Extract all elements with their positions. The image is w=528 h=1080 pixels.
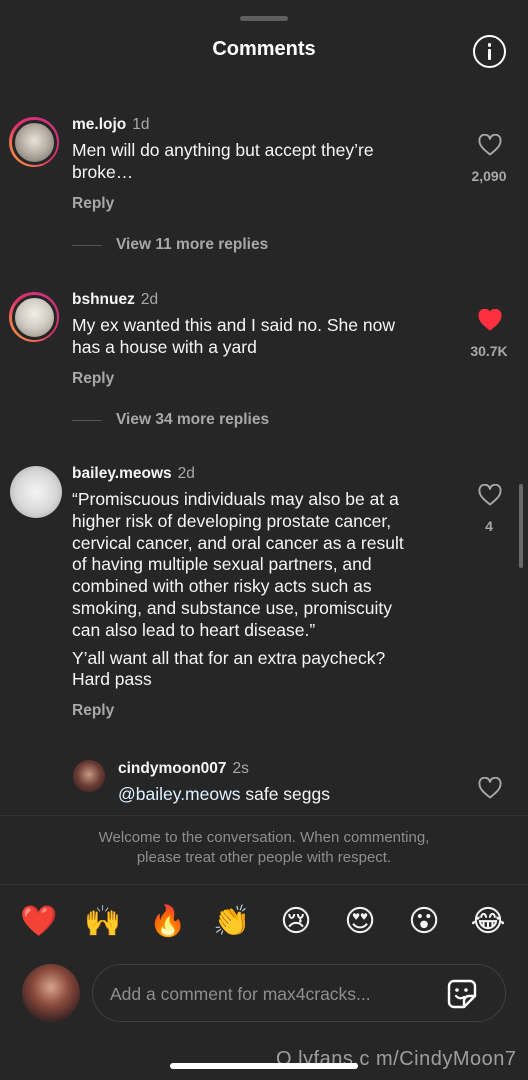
emoji-laughing[interactable]: 😂 [466, 900, 510, 944]
comment-text: “Promiscuous individuals may also be at … [72, 489, 404, 691]
page-title: Comments [212, 38, 316, 60]
reply-button[interactable]: Reply [72, 702, 114, 720]
comment-line: Men will do anything but accept they’re [72, 140, 374, 160]
comment-line: My ex wanted this and I said no. She now [72, 315, 395, 335]
replies-divider [72, 245, 102, 246]
reply-button[interactable]: Reply [72, 195, 114, 213]
emoji-clap[interactable]: 👏 [210, 900, 254, 944]
avatar[interactable] [10, 466, 62, 518]
notice-line: Welcome to the conversation. When commen… [98, 829, 430, 846]
heart-icon[interactable] [478, 484, 502, 506]
reply-body: safe seggs [240, 784, 330, 804]
comment-line: has a house with a yard [72, 336, 257, 357]
emoji-heart-eyes[interactable]: 😍 [338, 900, 382, 944]
heart-icon[interactable] [478, 777, 502, 799]
avatar[interactable] [9, 117, 59, 167]
comment-timestamp: 2d [140, 291, 159, 308]
replies-divider [72, 420, 102, 421]
comment-line: Y’all want all that for an extra paychec… [72, 647, 386, 668]
comment-input[interactable] [110, 981, 430, 1007]
info-icon[interactable] [473, 35, 506, 68]
sheet-grabber[interactable] [240, 16, 288, 21]
emoji-crying[interactable]: 😢 [274, 900, 318, 944]
comment-text: My ex wanted this and I said no. She now… [72, 315, 395, 359]
divider [0, 884, 528, 885]
mention-link[interactable]: @bailey.meows [118, 784, 240, 804]
sticker-icon[interactable] [446, 978, 478, 1010]
comment-line: Hard pass [72, 669, 152, 690]
community-notice: Welcome to the conversation. When commen… [0, 828, 528, 867]
scrollbar[interactable] [519, 484, 523, 568]
comment-line: “Promiscuous individuals may also be at … [72, 489, 399, 509]
emoji-bar: ❤️ 🙌 🔥 👏 😢 😍 😮 😂 [0, 900, 528, 944]
emoji-fire[interactable]: 🔥 [146, 900, 190, 944]
emoji-raised-hands[interactable]: 🙌 [81, 900, 125, 944]
comment-line: of having multiple sexual partners, and [72, 554, 372, 575]
view-replies-button[interactable]: View 11 more replies [116, 236, 268, 254]
divider [0, 815, 528, 816]
notice-line: please treat other people with respect. [136, 848, 392, 866]
comment-line: broke… [72, 161, 134, 182]
comment-line: higher risk of developing prostate cance… [72, 510, 392, 531]
comment-line: smoking, and substance use, promiscuity [72, 597, 393, 618]
reply-text: @bailey.meows safe seggs [118, 784, 330, 806]
heart-filled-icon[interactable] [478, 309, 502, 331]
heart-icon[interactable] [478, 134, 502, 156]
comment-line: combined with other risky acts such as [72, 576, 372, 597]
comment-username[interactable]: bshnuez 2d [72, 291, 158, 309]
reply-username[interactable]: cindymoon007 2s [118, 760, 249, 778]
comment-username[interactable]: me.lojo 1d [72, 116, 150, 134]
view-replies-button[interactable]: View 34 more replies [116, 411, 269, 429]
comment-timestamp: 1d [132, 116, 150, 133]
comment-timestamp: 2d [177, 465, 195, 482]
avatar[interactable] [73, 760, 105, 792]
user-avatar[interactable] [22, 964, 80, 1022]
like-count: 4 [485, 518, 493, 534]
like-count: 2,090 [471, 168, 507, 184]
like-count: 30.7K [470, 343, 508, 359]
home-indicator[interactable] [170, 1063, 358, 1069]
comment-username[interactable]: bailey.meows 2d [72, 465, 195, 483]
avatar[interactable] [9, 292, 59, 342]
comment-line: cervical cancer, and oral cancer as a re… [72, 532, 404, 553]
emoji-heart[interactable]: ❤️ [17, 900, 61, 944]
reply-timestamp: 2s [232, 760, 249, 777]
comment-text: Men will do anything but accept they’re … [72, 140, 374, 184]
comment-composer [92, 964, 506, 1022]
comment-line: can also lead to heart disease.” [72, 619, 316, 640]
reply-button[interactable]: Reply [72, 370, 114, 388]
emoji-surprised[interactable]: 😮 [402, 900, 446, 944]
